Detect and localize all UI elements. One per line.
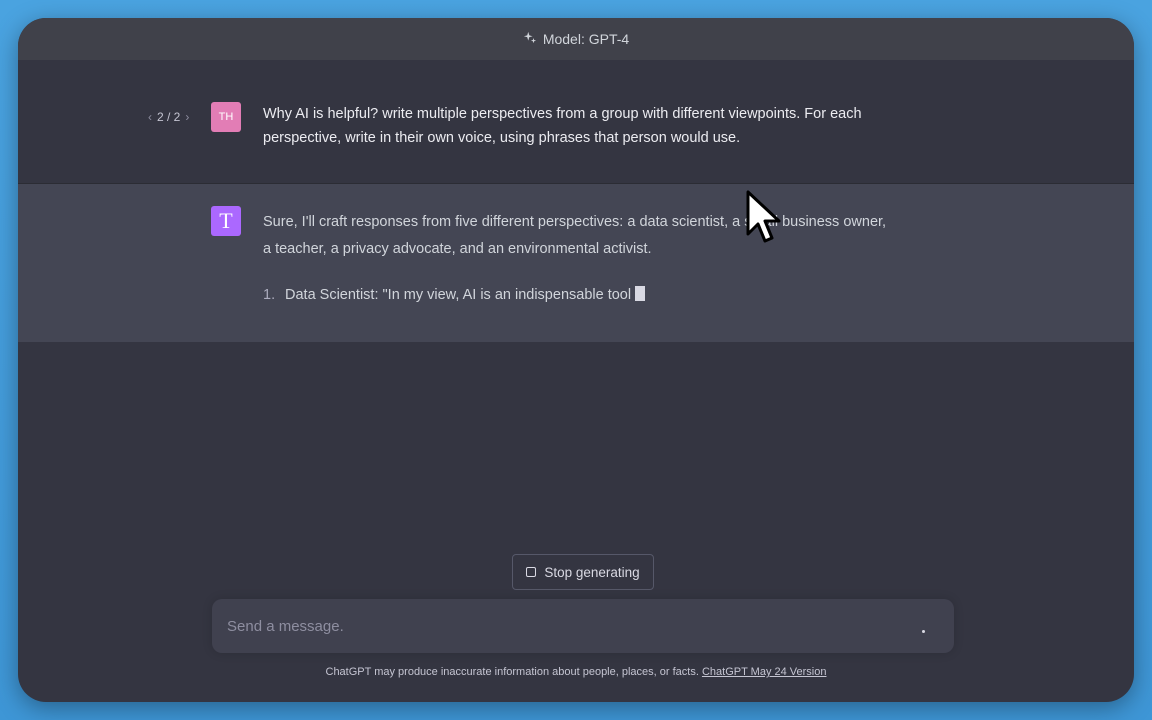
list-item-text: Data Scientist: "In my view, AI is an in…	[285, 287, 632, 303]
version-link[interactable]: ChatGPT May 24 Version	[702, 666, 827, 678]
list-item-number: 1.	[263, 287, 276, 303]
pager-count: 2 / 2	[157, 110, 181, 124]
typing-cursor	[635, 286, 646, 301]
assistant-avatar: T	[211, 206, 241, 236]
assistant-intro-text: Sure, I'll craft responses from five dif…	[263, 214, 887, 257]
model-label: Model: GPT-4	[542, 31, 630, 47]
chat-window: Model: GPT-4 ‹ 2 / 2 › TH Why AI is help…	[18, 18, 1134, 702]
user-avatar: TH	[211, 102, 241, 132]
disclaimer-text: ChatGPT may produce inaccurate informati…	[325, 666, 699, 678]
send-button[interactable]	[922, 630, 925, 633]
pager-next-button[interactable]: ›	[185, 110, 189, 124]
footer-disclaimer: ChatGPT may produce inaccurate informati…	[18, 666, 1134, 678]
mouse-pointer-icon	[746, 190, 781, 243]
assistant-message-row: T Sure, I'll craft responses from five d…	[18, 184, 1134, 342]
model-header: Model: GPT-4	[18, 18, 1134, 60]
stop-generating-button[interactable]: Stop generating	[512, 554, 654, 590]
message-composer	[212, 599, 954, 653]
sparkle-icon	[523, 31, 537, 48]
pager-prev-button[interactable]: ‹	[148, 110, 152, 124]
user-message-row: ‹ 2 / 2 › TH Why AI is helpful? write mu…	[18, 60, 1134, 184]
message-input[interactable]	[227, 599, 907, 653]
assistant-message: Sure, I'll craft responses from five dif…	[263, 209, 888, 309]
user-message-text: Why AI is helpful? write multiple perspe…	[263, 106, 862, 146]
message-pager: ‹ 2 / 2 ›	[148, 110, 189, 124]
stop-generating-label: Stop generating	[544, 564, 640, 580]
stop-icon	[526, 567, 537, 577]
list-item: 1. Data Scientist: "In my view, AI is an…	[263, 282, 888, 309]
